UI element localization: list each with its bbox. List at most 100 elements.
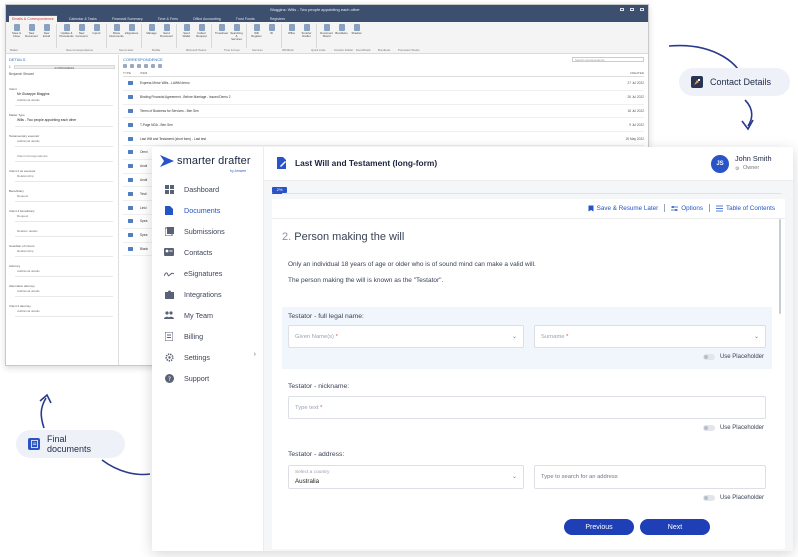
sidebar-item-settings[interactable]: Settings › [164,351,256,363]
maximize-icon[interactable] [630,8,634,11]
bg-search-input[interactable]: Search correspondence [572,57,644,62]
bg-field-sublabel[interactable]: Additional details [17,98,40,102]
bg-ribbon-button[interactable]: Share Documents [109,24,124,38]
use-placeholder-toggle[interactable]: Use Placeholder [702,354,764,360]
bg-ribbon-button[interactable]: Manage [145,24,158,35]
bg-field-sublabel[interactable]: Additional details [17,269,40,273]
bg-field-sublabel[interactable]: Relationship [17,249,34,253]
bg-ribbon-button[interactable]: Office [285,24,298,35]
sidebar-item-integrations[interactable]: Integrations [164,288,256,300]
bg-field-sublabel[interactable]: Client Correspondence [17,154,48,158]
bg-ribbon-button[interactable]: BundleHo [335,24,348,35]
sidebar-item-contacts[interactable]: Contacts [164,246,256,258]
brand-logo[interactable]: smarter drafter by Amwee [160,155,251,173]
bg-ribbon-button[interactable]: New Document [25,24,38,38]
bg-ribbon-button[interactable]: Update & Precedents [59,24,74,38]
bg-ribbon-button[interactable]: Smarter Drafter [300,24,313,38]
bg-ribbon-button[interactable]: Document Shield [320,24,333,38]
toggle-switch[interactable] [702,354,715,360]
question-scroll-area[interactable]: 2. Person making the will Only an indivi… [272,219,785,549]
table-row[interactable]: Last Will and Testament (short form) - L… [123,132,644,146]
sidebar-item-my-team[interactable]: My Team [164,309,256,321]
bg-field-sublabel[interactable]: Additional details [17,309,40,313]
bg-ribbon-button[interactable]: Send Wallet [180,24,193,38]
document-type-icon [128,233,133,238]
given-names-placeholder: Given Name(s) * [295,334,338,340]
bg-ribbon-separator [56,24,57,48]
bg-field-value[interactable]: Wills - Two people appointing each other [17,118,76,122]
bg-ribbon-button-label: eSignature [124,31,139,35]
bg-ribbon-button-label: Timesheet [215,31,228,35]
sidebar-item-submissions[interactable]: Submissions [164,225,256,237]
bg-ribbon-button[interactable]: ID [265,24,278,35]
bg-field-sublabel[interactable]: Additional details [17,289,40,293]
bg-field-sublabel[interactable]: Request [17,194,28,198]
table-row[interactable]: Express Mirror Wills - LAWM demo 27 Jul 2… [123,77,644,91]
previous-button[interactable]: Previous [564,519,634,535]
print-icon[interactable] [137,64,141,68]
bg-ribbon-button[interactable]: Import [90,24,103,35]
surname-placeholder-text: Surname [541,334,565,340]
bg-col-item[interactable]: ITEM [140,71,608,75]
billing-icon [164,331,174,341]
surname-field[interactable]: Surname * ⌄ [534,325,766,348]
address-search-input[interactable]: Type to search for an address [534,465,766,489]
nickname-input[interactable]: Type text * [288,396,766,419]
toggle-switch[interactable] [702,495,715,501]
bg-ribbon-button[interactable]: New Email [40,24,53,38]
options-button[interactable]: Options [671,205,703,212]
sidebar-item-esignatures[interactable]: eSignatures [164,267,256,279]
bg-ribbon-button[interactable]: eSignature [125,24,138,35]
table-row[interactable]: Terms of Business for Services - Ben Sen… [123,105,644,119]
avatar[interactable]: JS [711,155,729,173]
copy-icon[interactable] [130,64,134,68]
table-row[interactable]: Binding Financial Agreement - Before Mar… [123,91,644,105]
grid-icon[interactable] [123,64,127,68]
bg-field-value[interactable]: Mr Giuseppe Bloggins [17,92,49,96]
email-icon[interactable] [144,64,148,68]
user-menu[interactable]: JS John Smith ⚙ Owner [711,153,781,175]
close-icon[interactable] [640,8,644,11]
next-button[interactable]: Next [640,519,710,535]
bg-ribbon-button-label: Send Document [160,31,173,38]
bg-ribbon-button[interactable]: Will Register [250,24,263,38]
bg-field-sublabel[interactable]: Request [17,214,28,218]
sidebar-item-billing[interactable]: Billing [164,330,256,342]
use-placeholder-label: Use Placeholder [719,495,764,501]
filter-icon[interactable] [158,64,162,68]
sidebar-item-dashboard[interactable]: Dashboard [164,183,256,195]
minimize-icon[interactable] [620,8,624,11]
use-placeholder-toggle[interactable]: Use Placeholder [702,495,764,501]
document-type-icon [128,150,133,155]
table-row[interactable]: T-Page NDA - Ben Sen 9 Jul 2022 [123,118,644,133]
bg-ribbon-button[interactable]: Send Document [160,24,173,38]
document-type-icon [128,177,133,182]
use-placeholder-toggle[interactable]: Use Placeholder [702,425,764,431]
bg-ribbon-button-label: Share Documents [109,31,124,38]
bg-ribbon-button[interactable]: New Comment [75,24,88,38]
save-resume-button[interactable]: Save & Resume Later [588,205,658,212]
bg-ribbon-button[interactable]: Save & Close [10,24,23,38]
bg-col-type[interactable]: TYPE [123,71,140,75]
scrollbar[interactable] [779,219,781,314]
sidebar-item-documents[interactable]: Documents [164,204,256,216]
bg-window-controls[interactable] [620,8,644,11]
delete-icon[interactable] [151,64,155,68]
bg-tab[interactable]: Emails & Correspondence [9,15,57,22]
bg-col-created[interactable]: CREATED [608,71,644,75]
sidebar-item-support[interactable]: ? Support [164,372,256,384]
bg-ribbon-button-label: Import [92,31,101,35]
table-of-contents-button[interactable]: Table of Contents [715,205,775,212]
bg-ribbon-button[interactable]: Collect Request [195,24,208,38]
bg-ribbon-button[interactable]: Shadow [350,24,363,35]
toggle-switch[interactable] [702,425,715,431]
bg-ribbon-button[interactable]: Searching & Services [230,24,243,41]
bg-ribbon-separator [176,24,177,48]
bg-ribbon-button[interactable]: Timesheet [215,24,228,35]
given-names-field[interactable]: Given Name(s) * ⌄ [288,325,524,348]
bg-field-sublabel[interactable]: Relation details [17,229,38,233]
country-select[interactable]: Select a country Australia ⌄ [288,465,524,489]
bg-field-sublabel[interactable]: Relationship [17,174,34,178]
bg-ribbon-button-label: New Document [25,31,38,38]
bg-field-sublabel[interactable]: Additional details [17,139,40,143]
